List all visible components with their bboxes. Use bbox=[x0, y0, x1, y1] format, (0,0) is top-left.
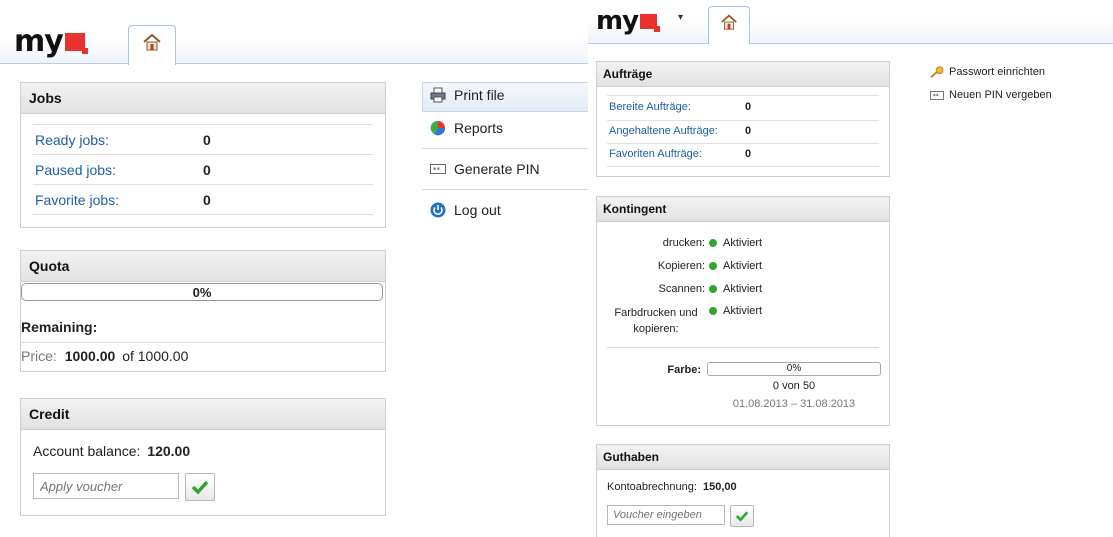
apply-voucher-button[interactable] bbox=[185, 473, 215, 501]
myq-logo: my bbox=[14, 24, 88, 59]
price-line: Price: 1000.00 of 1000.00 bbox=[21, 348, 188, 364]
paused-jobs-count: 0 bbox=[203, 162, 211, 178]
farbe-period: 01.08.2013 – 31.08.2013 bbox=[732, 398, 856, 410]
passwort-label: Passwort einrichten bbox=[949, 66, 1045, 78]
quota-progress-text: 0% bbox=[192, 285, 212, 300]
kopieren-status: Aktiviert bbox=[709, 260, 762, 272]
account-balance: Account balance: 120.00 bbox=[33, 443, 190, 459]
auftraege-row-bereite: Bereite Aufträge: 0 bbox=[607, 96, 879, 121]
kontoabrechnung: Kontoabrechnung: 150,00 bbox=[607, 481, 737, 493]
power-icon bbox=[430, 202, 446, 218]
apply-voucher-button-right[interactable] bbox=[730, 505, 754, 527]
kontoabrechnung-value: 150,00 bbox=[702, 481, 737, 493]
myq-logo-right: my bbox=[596, 6, 661, 36]
bereite-auftraege-link[interactable]: Bereite Aufträge: bbox=[609, 101, 691, 113]
credit-panel: Credit Account balance: 120.00 bbox=[20, 398, 386, 516]
jobs-row-paused: Paused jobs: 0 bbox=[33, 155, 373, 185]
log-out-label: Log out bbox=[454, 202, 501, 218]
pie-chart-icon bbox=[430, 120, 446, 136]
favoriten-auftraege-count: 0 bbox=[745, 148, 752, 160]
guthaben-title: Guthaben bbox=[597, 445, 889, 470]
printer-icon bbox=[430, 87, 446, 103]
remaining-label: Remaining: bbox=[21, 319, 98, 335]
price-of: of 1000.00 bbox=[122, 348, 189, 364]
scannen-status: Aktiviert bbox=[709, 283, 762, 295]
angehaltene-auftraege-link[interactable]: Angehaltene Aufträge: bbox=[609, 125, 718, 137]
auftraege-panel: Aufträge Bereite Aufträge: 0 Angehaltene… bbox=[596, 61, 890, 177]
favoriten-auftraege-link[interactable]: Favoriten Aufträge: bbox=[609, 148, 702, 160]
account-balance-value: 120.00 bbox=[147, 443, 191, 459]
home-icon bbox=[143, 33, 161, 51]
favorite-jobs-link[interactable]: Favorite jobs: bbox=[35, 192, 119, 208]
ready-jobs-link[interactable]: Ready jobs: bbox=[35, 132, 109, 148]
drucken-label: drucken: bbox=[662, 237, 705, 249]
link-passwort-einrichten[interactable]: Passwort einrichten bbox=[930, 66, 1045, 78]
farbe-label: Farbe: bbox=[667, 364, 701, 376]
auftraege-row-angehaltene: Angehaltene Aufträge: 0 bbox=[607, 120, 879, 144]
print-file-label: Print file bbox=[454, 87, 505, 103]
pin-icon: ** bbox=[430, 164, 446, 174]
right-header: my ▾ bbox=[588, 0, 1113, 44]
check-icon bbox=[735, 511, 749, 522]
guthaben-panel: Guthaben Kontoabrechnung: 150,00 bbox=[596, 444, 890, 537]
auftraege-title: Aufträge bbox=[597, 62, 889, 87]
jobs-row-favorite: Favorite jobs: 0 bbox=[33, 185, 373, 215]
auftraege-row-favoriten: Favoriten Aufträge: 0 bbox=[607, 143, 879, 167]
home-tab-right[interactable] bbox=[708, 6, 750, 44]
home-icon bbox=[721, 14, 737, 30]
menu-print-file[interactable]: Print file bbox=[430, 87, 505, 103]
bereite-auftraege-count: 0 bbox=[745, 101, 752, 113]
paused-jobs-link[interactable]: Paused jobs: bbox=[35, 162, 116, 178]
svg-text:**: ** bbox=[933, 93, 939, 100]
jobs-panel: Jobs Ready jobs: 0 Paused jobs: 0 Favori… bbox=[20, 82, 386, 228]
check-icon bbox=[191, 480, 209, 495]
quota-title: Quota bbox=[21, 251, 385, 282]
jobs-title: Jobs bbox=[21, 83, 385, 114]
menu-log-out[interactable]: Log out bbox=[430, 202, 501, 218]
reports-label: Reports bbox=[454, 120, 504, 136]
link-neuen-pin[interactable]: ** Neuen PIN vergeben bbox=[930, 89, 1052, 101]
favorite-jobs-count: 0 bbox=[203, 192, 211, 208]
voucher-input[interactable] bbox=[33, 473, 179, 499]
home-tab[interactable] bbox=[128, 25, 176, 65]
price-value: 1000.00 bbox=[64, 348, 116, 364]
drucken-status: Aktiviert bbox=[709, 237, 762, 249]
farbdrucken-status: Aktiviert bbox=[709, 305, 762, 317]
kontingent-title: Kontingent bbox=[597, 197, 889, 222]
status-dot-icon bbox=[709, 285, 717, 294]
angehaltene-auftraege-count: 0 bbox=[745, 125, 752, 137]
logo-dropdown-icon[interactable]: ▾ bbox=[678, 12, 683, 23]
farbe-progress-bar: 0% bbox=[707, 362, 881, 376]
pin-icon: ** bbox=[930, 90, 944, 100]
left-header: my bbox=[0, 0, 588, 65]
generate-pin-label: Generate PIN bbox=[454, 161, 540, 177]
farbe-progress-text: 0% bbox=[786, 363, 802, 374]
credit-title: Credit bbox=[21, 399, 385, 430]
kopieren-label: Kopieren: bbox=[657, 260, 705, 272]
farbdrucken-label: Farbdrucken und kopieren: bbox=[614, 307, 698, 335]
jobs-row-ready: Ready jobs: 0 bbox=[33, 125, 373, 155]
svg-text:**: ** bbox=[433, 166, 441, 174]
price-label: Price: bbox=[21, 348, 57, 364]
status-dot-icon bbox=[709, 307, 717, 316]
kontoabrechnung-label: Kontoabrechnung: bbox=[607, 481, 697, 493]
menu-generate-pin[interactable]: ** Generate PIN bbox=[430, 161, 540, 177]
menu-reports[interactable]: Reports bbox=[430, 120, 503, 136]
kontingent-panel: Kontingent drucken: Aktiviert Kopieren: … bbox=[596, 196, 890, 426]
status-dot-icon bbox=[709, 239, 717, 248]
scannen-label: Scannen: bbox=[658, 283, 705, 295]
quota-panel: Quota 0% Remaining: Price: 1000.00 of 10… bbox=[20, 250, 386, 372]
key-icon bbox=[930, 66, 944, 78]
voucher-input-right[interactable] bbox=[607, 505, 725, 525]
status-dot-icon bbox=[709, 262, 717, 271]
account-balance-label: Account balance: bbox=[33, 443, 141, 459]
quota-progress-bar: 0% bbox=[21, 283, 383, 301]
ready-jobs-count: 0 bbox=[203, 132, 211, 148]
farbe-count: 0 von 50 bbox=[772, 380, 816, 392]
neuen-pin-label: Neuen PIN vergeben bbox=[949, 89, 1052, 101]
